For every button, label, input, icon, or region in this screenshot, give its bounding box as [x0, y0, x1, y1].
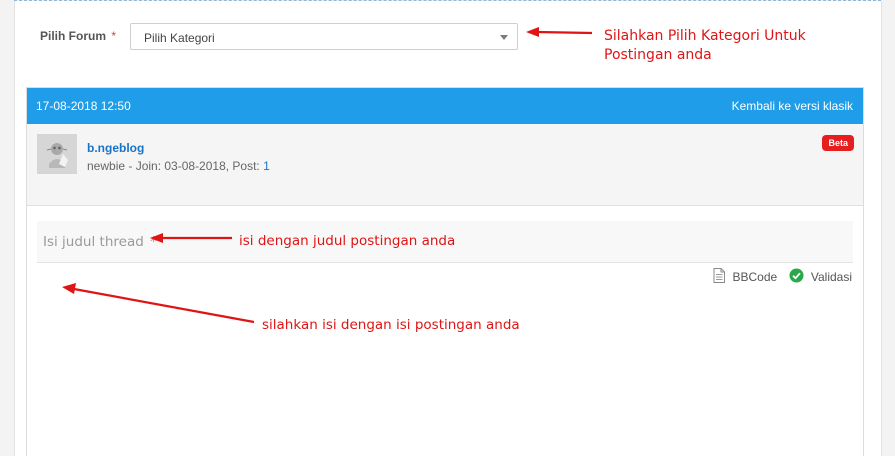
bbcode-button[interactable]: BBCode [713, 268, 777, 286]
bbcode-label: BBCode [732, 270, 778, 284]
post-editor: 17-08-2018 12:50 Kembali ke versi klasik… [26, 87, 864, 456]
validate-button[interactable]: Validasi [789, 268, 852, 286]
user-meta-text: newbie - Join: 03-08-2018, Post: [87, 159, 264, 173]
forum-label-text: Pilih Forum [40, 29, 106, 43]
thread-title-placeholder: Isi judul thread * [43, 234, 157, 250]
required-mark: * [111, 29, 117, 43]
document-icon [713, 268, 726, 286]
new-thread-page: Pilih Forum * Pilih Kategori Silahkan Pi… [0, 0, 895, 456]
classic-version-link[interactable]: Kembali ke versi klasik [732, 99, 853, 113]
annotation-category: Silahkan Pilih Kategori Untuk Postingan … [604, 28, 806, 63]
category-select[interactable]: Pilih Kategori [130, 23, 518, 50]
category-select-value: Pilih Kategori [144, 31, 215, 45]
user-meta: newbie - Join: 03-08-2018, Post: 1 [87, 159, 270, 173]
required-mark: * [150, 234, 157, 250]
post-header-bar: 17-08-2018 12:50 Kembali ke versi klasik [27, 88, 863, 124]
thread-title-placeholder-text: Isi judul thread [43, 234, 144, 250]
annotation-title: isi dengan judul postingan anda [239, 233, 456, 249]
username-link[interactable]: b.ngeblog [87, 141, 144, 155]
avatar [37, 134, 77, 174]
check-circle-icon [789, 268, 804, 286]
beta-badge: Beta [822, 135, 854, 151]
validate-label: Validasi [810, 270, 852, 284]
post-count[interactable]: 1 [263, 159, 270, 173]
chevron-down-icon [500, 35, 508, 40]
annotation-content: silahkan isi dengan isi postingan anda [262, 317, 520, 333]
post-date: 17-08-2018 12:50 [36, 99, 131, 113]
user-info: b.ngeblog newbie - Join: 03-08-2018, Pos… [27, 124, 863, 206]
editor-toolbar: BBCode Validasi [713, 268, 852, 284]
forum-label: Pilih Forum * [40, 29, 116, 43]
